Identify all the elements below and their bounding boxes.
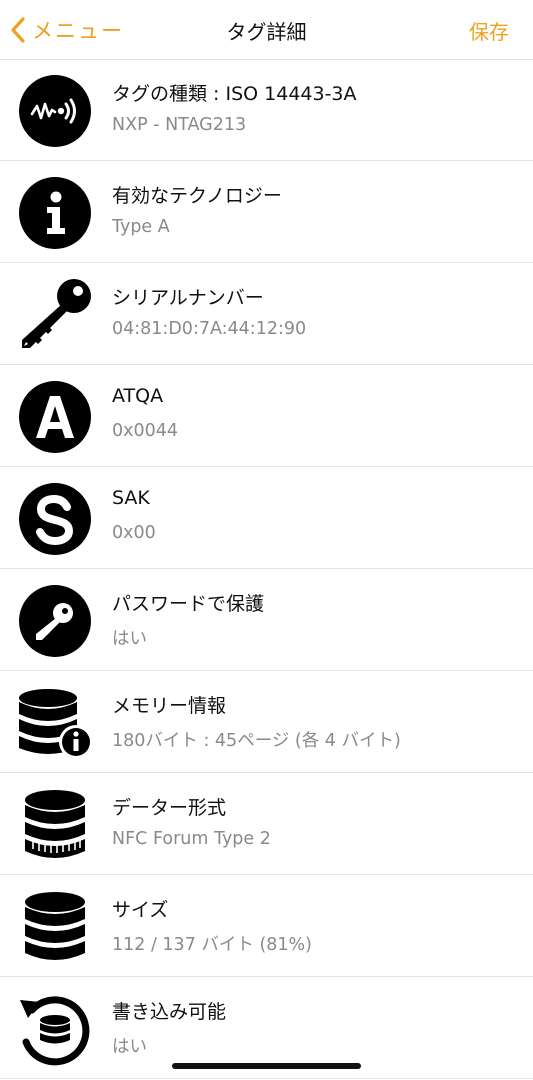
letter-a-icon [18, 380, 92, 454]
database-info-icon [18, 686, 92, 760]
home-indicator[interactable] [172, 1063, 361, 1069]
list-item-size[interactable]: サイズ 112 / 137 バイト (81%) [0, 875, 533, 977]
navigation-bar: メニュー タグ詳細 保存 [0, 0, 533, 60]
list-item-data-format[interactable]: データー形式 NFC Forum Type 2 [0, 773, 533, 875]
database-format-icon [18, 788, 92, 862]
row-label: タグの種類 : ISO 14443-3A [112, 83, 357, 105]
row-label: 書き込み可能 [112, 1001, 227, 1023]
row-value: 04:81:D0:7A:44:12:90 [112, 319, 307, 339]
row-value: はい [112, 1037, 147, 1057]
row-value: 112 / 137 バイト (81%) [112, 935, 313, 955]
row-value: 0x00 [112, 523, 156, 543]
list-item-password-protection[interactable]: パスワードで保護 はい [0, 569, 533, 671]
row-value: NFC Forum Type 2 [112, 829, 271, 849]
key-circle-icon [18, 584, 92, 658]
list-item-serial-number[interactable]: シリアルナンバー 04:81:D0:7A:44:12:90 [0, 263, 533, 365]
row-label: 有効なテクノロジー [112, 185, 282, 207]
list-item-tag-type[interactable]: タグの種類 : ISO 14443-3A NXP - NTAG213 [0, 59, 533, 161]
row-label: サイズ [112, 899, 169, 921]
row-value: 0x0044 [112, 421, 179, 441]
row-value: 180バイト : 45ページ (各 4 バイト) [112, 731, 401, 751]
database-icon [18, 890, 92, 964]
key-icon [18, 278, 92, 352]
nfc-signal-icon [18, 74, 92, 148]
chevron-left-icon [11, 17, 25, 43]
back-button-label: メニュー [32, 19, 124, 43]
row-value: はい [112, 629, 147, 649]
list-item-atqa[interactable]: ATQA 0x0044 [0, 365, 533, 467]
row-value: Type A [112, 217, 170, 237]
row-value: NXP - NTAG213 [112, 115, 247, 135]
row-label: メモリー情報 [112, 695, 227, 717]
row-label: データー形式 [112, 797, 227, 819]
database-rewrite-icon [18, 992, 92, 1066]
list-item-sak[interactable]: SAK 0x00 [0, 467, 533, 569]
row-label: シリアルナンバー [112, 287, 264, 309]
list-item-technology[interactable]: 有効なテクノロジー Type A [0, 161, 533, 263]
row-label: パスワードで保護 [112, 593, 265, 615]
row-label: SAK [112, 487, 150, 509]
info-icon [18, 176, 92, 250]
back-button[interactable]: メニュー [10, 14, 124, 46]
list-item-memory-info[interactable]: メモリー情報 180バイト : 45ページ (各 4 バイト) [0, 671, 533, 773]
letter-s-icon [18, 482, 92, 556]
save-button[interactable]: 保存 [469, 16, 509, 45]
row-label: ATQA [112, 385, 164, 407]
